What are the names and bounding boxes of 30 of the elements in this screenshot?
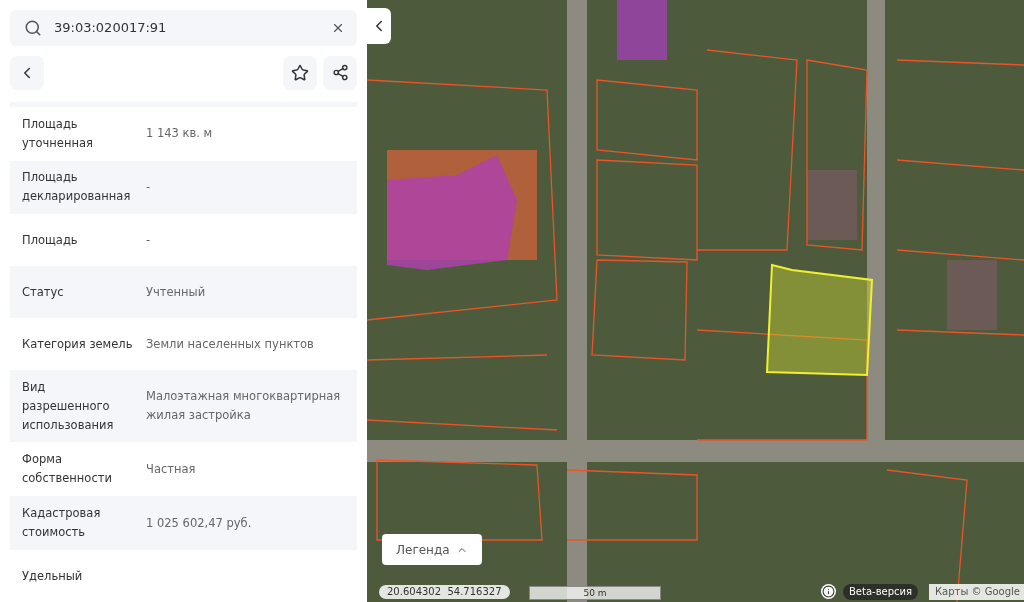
collapse-panel-button[interactable] xyxy=(367,8,391,44)
property-value: - xyxy=(146,178,152,196)
property-label: Площадь xyxy=(22,231,79,249)
property-value: 1 025 602,47 руб. xyxy=(146,514,253,532)
legend-button[interactable]: Легенда xyxy=(382,534,482,565)
property-label: Статус xyxy=(22,283,65,301)
property-value: - xyxy=(146,231,152,249)
search-field[interactable]: 39:03:020017:91 xyxy=(54,20,319,36)
star-icon xyxy=(291,63,309,82)
search-icon xyxy=(24,18,42,37)
map-attribution: Карты © Google xyxy=(929,584,1024,600)
favorite-button[interactable] xyxy=(283,55,317,90)
share-button[interactable] xyxy=(323,55,357,90)
property-value: Частная xyxy=(146,460,197,478)
property-label: Форма собственности xyxy=(22,451,113,488)
coordinates-label: 20.604302 54.716327 xyxy=(379,585,510,599)
property-label: Категория земель xyxy=(22,335,134,353)
property-label: Площадь декларированная xyxy=(22,169,132,206)
search-bar[interactable]: 39:03:020017:91 xyxy=(10,10,357,46)
property-value: Малоэтажная многоквартирная жилая застройка xyxy=(146,388,342,425)
property-value: 1 143 кв. м xyxy=(146,125,214,143)
property-label: Площадь уточненная xyxy=(22,115,94,152)
share-icon xyxy=(331,64,349,82)
property-label: Удельный xyxy=(22,567,84,585)
beta-badge: Beta-версия xyxy=(843,584,919,600)
property-label: Кадастровая стоимость xyxy=(22,505,102,542)
scale-bar: 50 m xyxy=(529,586,661,600)
property-label: Вид разрешенного использования xyxy=(22,378,115,434)
property-value: Учтенный xyxy=(146,283,207,301)
property-value: Земли населенных пунктов xyxy=(146,335,315,353)
